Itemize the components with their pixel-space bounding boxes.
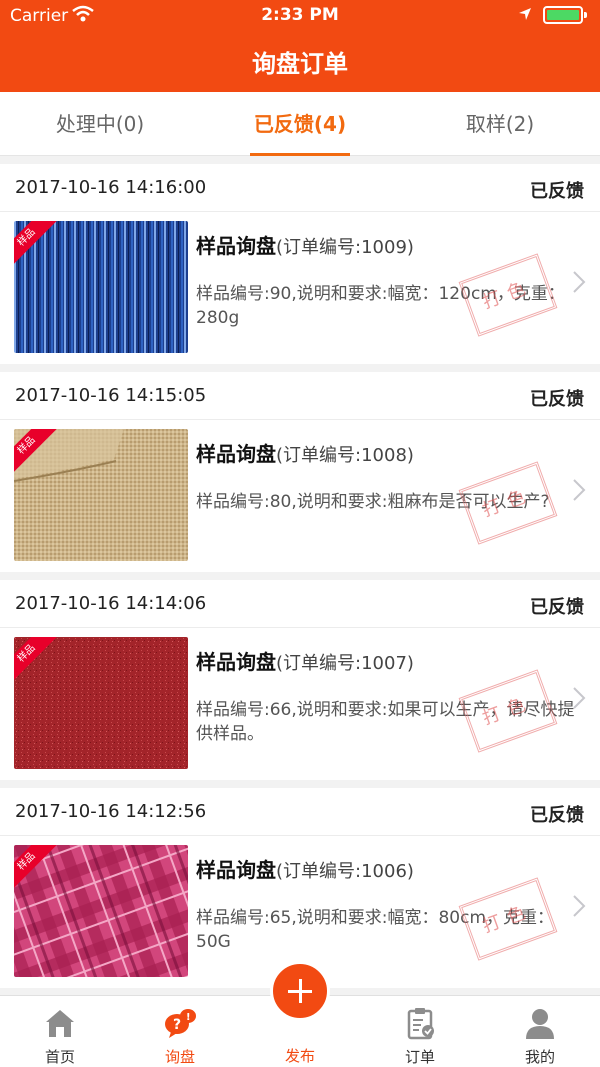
publish-button[interactable] [270,961,330,1021]
order-card[interactable]: 2017-10-16 14:15:05 已反馈 样品 样品询盘(订单编号:100… [0,372,600,572]
order-title-main: 样品询盘 [196,442,276,466]
user-icon [526,1009,554,1039]
tabbar-label: 我的 [524,1048,555,1066]
page-title: 询盘订单 [252,50,348,78]
order-number: (订单编号:1006) [276,861,414,882]
product-thumbnail: 样品 [14,429,188,561]
order-status: 已反馈 [530,181,584,202]
product-thumbnail: 样品 [14,637,188,769]
location-arrow-icon [519,8,531,20]
stamp-seal: 打色 [458,461,558,545]
pink-plaid-swatch [14,845,188,977]
segment-tabs: 处理中(0) 已反馈(4) 取样(2) [0,92,600,156]
order-card[interactable]: 2017-10-16 14:12:56 已反馈 样品 样品询盘(订单编号:100… [0,788,600,988]
tabbar-label: 订单 [404,1048,435,1066]
product-thumbnail: 样品 [14,845,188,977]
svg-text:?: ? [173,1017,181,1033]
tab-active-indicator [250,153,350,156]
chevron-right-icon [573,271,586,293]
order-status: 已反馈 [530,805,584,826]
order-card-header: 2017-10-16 14:15:05 已反馈 [0,372,600,420]
chevron-right-icon [573,687,586,709]
tab-label: 取样(2) [465,112,535,136]
red-felt-swatch [14,637,188,769]
battery-icon [543,6,587,24]
order-card-header: 2017-10-16 14:16:00 已反馈 [0,164,600,212]
tabbar-item-inquiry[interactable]: ? ! 询盘 [120,996,240,1067]
svg-text:!: ! [186,1012,191,1023]
order-title: 样品询盘(订单编号:1006) [196,854,414,883]
order-datetime: 2017-10-16 14:12:56 [15,801,207,822]
order-number: (订单编号:1008) [276,445,414,466]
tabbar-label: 首页 [44,1048,75,1066]
inquiry-icon: ? ! [165,1009,196,1038]
order-card-header: 2017-10-16 14:14:06 已反馈 [0,580,600,628]
order-datetime: 2017-10-16 14:15:05 [15,385,207,406]
order-datetime: 2017-10-16 14:14:06 [15,593,207,614]
tab-processing[interactable]: 处理中(0) [0,92,200,156]
clipboard-icon [407,1008,434,1040]
status-time: 2:33 PM [261,5,339,25]
order-title-main: 样品询盘 [196,234,276,258]
order-title: 样品询盘(订单编号:1007) [196,646,414,675]
order-number: (订单编号:1007) [276,653,414,674]
order-card[interactable]: 2017-10-16 14:14:06 已反馈 样品 样品询盘(订单编号:100… [0,580,600,780]
tab-label: 处理中(0) [55,112,145,136]
chevron-right-icon [573,895,586,917]
order-title-main: 样品询盘 [196,858,276,882]
tab-label: 已反馈(4) [253,112,347,136]
order-status: 已反馈 [530,597,584,618]
order-title: 样品询盘(订单编号:1008) [196,438,414,467]
order-card[interactable]: 2017-10-16 14:16:00 已反馈 样品 样品询盘(订单编号:100… [0,164,600,364]
top-bar: Carrier 2:33 PM 询盘订单 [0,0,600,92]
order-title: 样品询盘(订单编号:1009) [196,230,414,259]
order-title-main: 样品询盘 [196,650,276,674]
order-number: (订单编号:1009) [276,237,414,258]
tab-sampling[interactable]: 取样(2) [400,92,600,156]
status-bar: Carrier 2:33 PM [0,0,600,32]
tabbar-item-home[interactable]: 首页 [0,996,120,1067]
tabbar-label: 询盘 [164,1048,195,1066]
tabbar-item-mine[interactable]: 我的 [480,996,600,1067]
order-card-header: 2017-10-16 14:12:56 已反馈 [0,788,600,836]
order-datetime: 2017-10-16 14:16:00 [15,177,207,198]
tabbar-item-orders[interactable]: 订单 [360,996,480,1067]
publish-label: 发布 [284,1047,315,1065]
order-status: 已反馈 [530,389,584,410]
tab-feedback[interactable]: 已反馈(4) [200,92,400,156]
home-icon [46,1010,74,1037]
blue-stripe-swatch [14,221,188,353]
chevron-right-icon [573,479,586,501]
product-thumbnail: 样品 [14,221,188,353]
burlap-swatch [14,429,188,561]
